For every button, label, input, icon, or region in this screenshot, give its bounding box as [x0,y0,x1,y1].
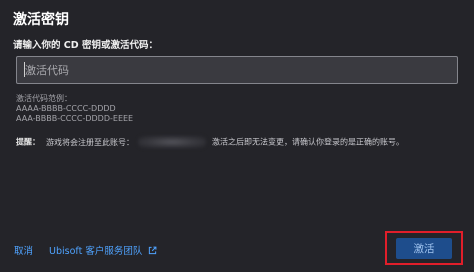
example-code: AAA-BBBB-CCCC-DDDD-EEEE [16,114,134,123]
external-link-icon [148,246,157,258]
text-caret [24,62,25,77]
note-text-part2: 激活之后即无法变更，请确认你登录的是正确的账号。 [212,137,404,147]
note-text-part1: 游戏将会注册至此账号： [46,137,134,147]
activate-button[interactable]: 激活 [396,238,452,259]
code-examples: 激活代码范例： AAAA-BBBB-CCCC-DDDD AAA-BBBB-CCC… [16,94,133,124]
example-code: AAAA-BBBB-CCCC-DDDD [16,104,116,113]
support-link-label: Ubisoft 客户服务团队 [49,246,143,257]
code-prompt-label: 请输入你的 CD 密钥或激活代码： [13,40,158,51]
examples-heading: 激活代码范例： [16,94,72,103]
footer-links: 取消 Ubisoft 客户服务团队 [14,243,157,258]
support-team-link[interactable]: Ubisoft 客户服务团队 [49,246,157,257]
activate-key-dialog: 激活密钥 请输入你的 CD 密钥或激活代码： 激活代码范例： AAAA-BBBB… [0,0,474,272]
blurred-account-name [138,136,206,148]
activate-button-highlight: 激活 [385,231,463,265]
account-note: 提醒： 游戏将会注册至此账号： 激活之后即无法变更，请确认你登录的是正确的账号。 [16,136,404,148]
activation-code-input[interactable] [16,56,458,84]
dialog-title: 激活密钥 [13,12,69,28]
note-label: 提醒： [16,137,40,147]
cancel-link[interactable]: 取消 [14,246,33,257]
